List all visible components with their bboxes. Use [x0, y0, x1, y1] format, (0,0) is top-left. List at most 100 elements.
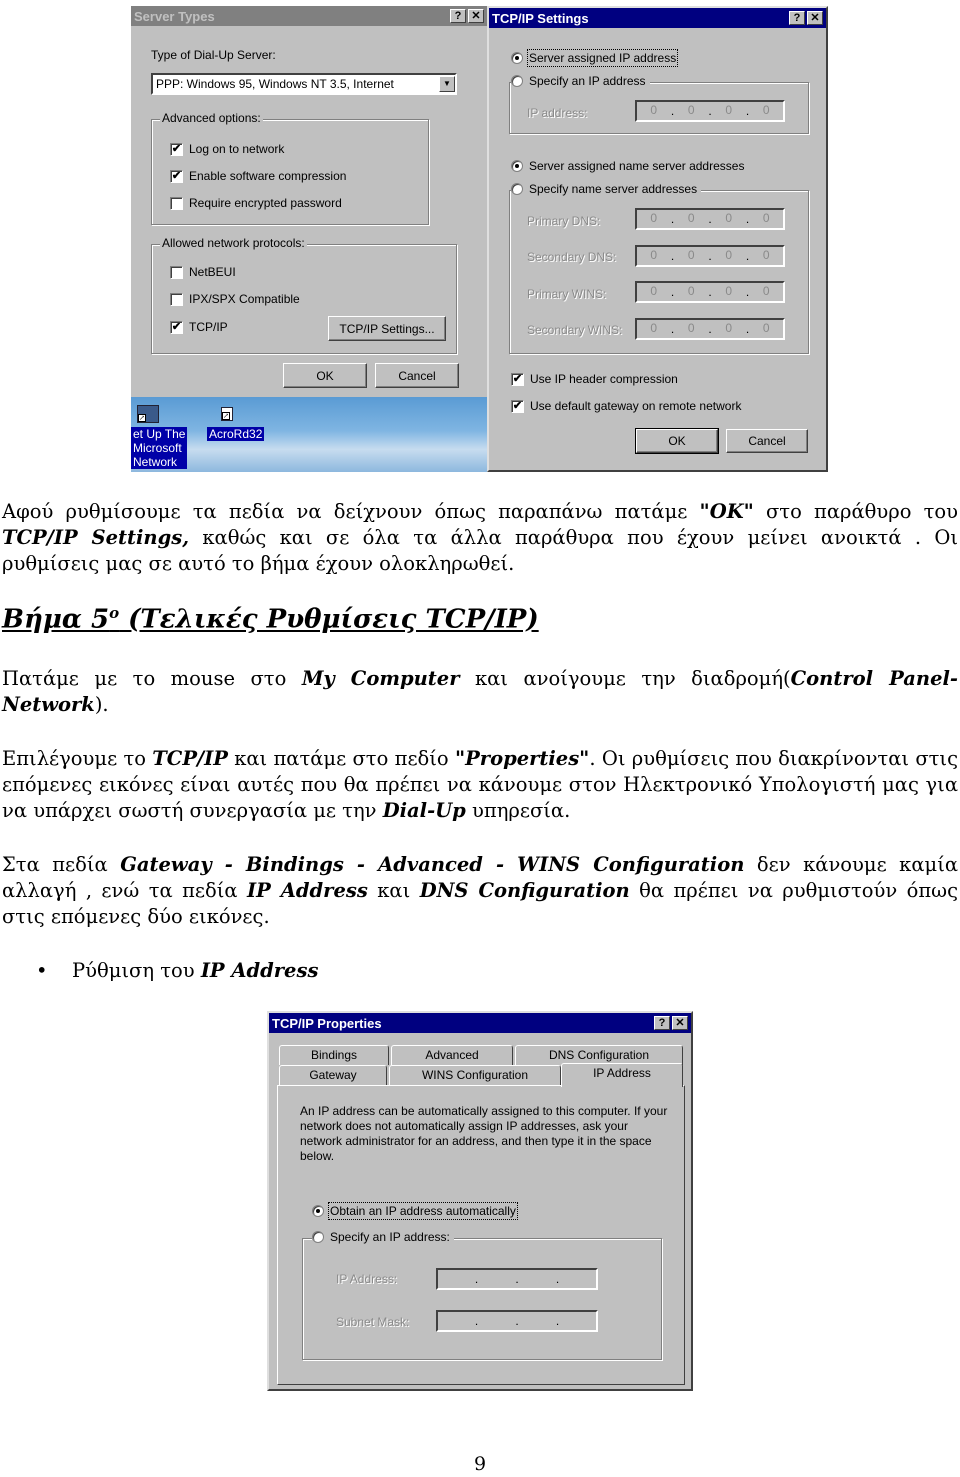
tab-bindings[interactable]: Bindings	[279, 1045, 389, 1065]
text-run: Πατάμε με το mouse στο	[2, 667, 302, 690]
tab-gateway[interactable]: Gateway	[279, 1065, 387, 1085]
emphasis-my-computer: My Computer	[301, 667, 460, 690]
text-run: ).	[94, 693, 109, 716]
ip-octet	[438, 1270, 475, 1288]
checkbox-checked-icon[interactable]: ✔	[511, 372, 524, 386]
checkbox-tcpip[interactable]: ✔ TCP/IP	[170, 320, 228, 334]
ip-octet: 0	[762, 248, 770, 262]
ok-button[interactable]: OK	[283, 363, 367, 388]
advanced-options-group: Advanced options: ✔ Log on to network ✔ …	[151, 111, 429, 225]
desktop-icon-label[interactable]: et Up The Microsoft Network	[131, 427, 188, 469]
paragraph-1: Αφού ρυθμίσουμε τα πεδία να δείχνουν όπω…	[2, 499, 958, 577]
ok-button[interactable]: OK	[635, 428, 719, 454]
checkbox-software-compression[interactable]: ✔ Enable software compression	[170, 169, 346, 183]
close-button[interactable]: ✕	[672, 1016, 688, 1030]
acrord32-icon[interactable]: ↗	[221, 407, 233, 421]
checkbox-encrypted-password[interactable]: Require encrypted password	[170, 196, 342, 210]
radio-unselected-icon[interactable]	[511, 75, 523, 87]
text-run: και ανοίγουμε την διαδρομή(	[459, 667, 791, 690]
secondary-wins-input[interactable]: 0. 0. 0. 0	[635, 318, 785, 340]
ip-octet	[519, 1270, 556, 1288]
tab-advanced[interactable]: Advanced	[391, 1045, 513, 1065]
dialup-server-label: Type of Dial-Up Server:	[151, 48, 276, 62]
checkbox-unchecked-icon[interactable]	[170, 196, 183, 210]
ip-octet: 0	[725, 103, 733, 117]
ip-octet: 0	[687, 103, 695, 117]
radio-specify-ns[interactable]: Specify name server addresses	[511, 182, 702, 196]
checkbox-label: IPX/SPX Compatible	[189, 292, 300, 306]
msn-setup-icon[interactable]: ↗	[137, 405, 159, 423]
checkbox-netbeui[interactable]: NetBEUI	[170, 265, 236, 279]
text-run: στο παράθυρο του	[753, 500, 958, 523]
tab-wins-configuration[interactable]: WINS Configuration	[389, 1065, 561, 1085]
checkbox-checked-icon[interactable]: ✔	[511, 399, 524, 413]
checkbox-checked-icon[interactable]: ✔	[170, 142, 183, 156]
radio-selected-icon[interactable]	[511, 160, 523, 172]
ip-octet: 0	[762, 284, 770, 298]
ip-octet: 0	[650, 211, 658, 225]
paragraph-3: Επιλέγουμε το TCP/IP και πατάμε στο πεδί…	[2, 746, 958, 824]
checkbox-default-gateway[interactable]: ✔ Use default gateway on remote network	[511, 399, 741, 413]
emphasis-properties: "Properties"	[454, 747, 590, 770]
radio-server-assigned-ip[interactable]: Server assigned IP address	[511, 49, 679, 67]
checkbox-ipx-spx[interactable]: IPX/SPX Compatible	[170, 292, 300, 306]
close-button[interactable]: ✕	[468, 9, 484, 23]
subnet-mask-input[interactable]: . . .	[436, 1310, 598, 1332]
checkbox-unchecked-icon[interactable]	[170, 292, 183, 306]
cancel-button[interactable]: Cancel	[726, 429, 808, 453]
shortcut-arrow-icon: ↗	[138, 414, 146, 422]
radio-obtain-ip-automatically[interactable]: Obtain an IP address automatically	[312, 1202, 518, 1220]
radio-specify-ip[interactable]: Specify an IP address	[511, 74, 650, 88]
ip-address-input[interactable]: . . .	[436, 1268, 598, 1290]
checkbox-label: Use IP header compression	[530, 372, 678, 386]
chevron-down-icon[interactable]: ▼	[439, 76, 455, 92]
secondary-dns-input[interactable]: 0. 0. 0. 0	[635, 245, 785, 267]
radio-unselected-icon[interactable]	[511, 183, 523, 195]
radio-selected-icon[interactable]	[511, 52, 523, 64]
radio-unselected-icon[interactable]	[312, 1231, 324, 1243]
tcpip-settings-button[interactable]: TCP/IP Settings...	[328, 316, 446, 341]
checkbox-log-on[interactable]: ✔ Log on to network	[170, 142, 284, 156]
dialup-server-select[interactable]: PPP: Windows 95, Windows NT 3.5, Interne…	[151, 73, 457, 95]
ip-octet	[479, 1312, 516, 1330]
page-number: 9	[473, 1453, 487, 1475]
tab-dns-configuration[interactable]: DNS Configuration	[515, 1045, 683, 1065]
ip-octet: 0	[762, 211, 770, 225]
dialog-title: TCP/IP Properties	[272, 1015, 382, 1031]
emphasis-tcpip-settings: TCP/IP Settings,	[2, 526, 190, 549]
text-run: και πατάμε στο πεδίο	[227, 747, 455, 770]
tab-ip-address[interactable]: IP Address	[561, 1063, 683, 1087]
primary-wins-input[interactable]: 0. 0. 0. 0	[635, 281, 785, 303]
paragraph-4: Στα πεδία Gateway - Bindings - Advanced …	[2, 852, 958, 930]
text-run: υπηρεσία.	[465, 799, 571, 822]
ip-address-input[interactable]: 0. 0. 0. 0	[635, 100, 785, 122]
ip-octet: 0	[725, 211, 733, 225]
checkbox-label: NetBEUI	[189, 265, 236, 279]
checkbox-checked-icon[interactable]: ✔	[170, 320, 183, 334]
bullet-icon: •	[36, 959, 48, 982]
radio-selected-icon[interactable]	[312, 1205, 324, 1217]
help-button[interactable]: ?	[450, 9, 466, 23]
cancel-button[interactable]: Cancel	[375, 363, 459, 388]
ip-octet: 0	[725, 248, 733, 262]
close-button[interactable]: ✕	[807, 11, 823, 25]
ip-octet: 0	[762, 103, 770, 117]
help-button[interactable]: ?	[654, 1016, 670, 1030]
primary-dns-input[interactable]: 0. 0. 0. 0	[635, 208, 785, 230]
text-run: Αφού ρυθμίσουμε τα πεδία να δείχνουν όπω…	[2, 500, 700, 523]
checkbox-unchecked-icon[interactable]	[170, 265, 183, 279]
help-button[interactable]: ?	[789, 11, 805, 25]
text-run: Στα πεδία	[2, 853, 121, 876]
radio-server-assigned-ns[interactable]: Server assigned name server addresses	[511, 159, 744, 173]
checkbox-checked-icon[interactable]: ✔	[170, 169, 183, 183]
desktop-icon-label[interactable]: AcroRd32	[207, 427, 265, 441]
allowed-protocols-group: Allowed network protocols: NetBEUI IPX/S…	[151, 236, 457, 354]
radio-specify-ip[interactable]: Specify an IP address:	[312, 1230, 454, 1244]
ip-octet: 0	[650, 321, 658, 335]
ip-octet	[438, 1312, 475, 1330]
secondary-wins-label: Secondary WINS:	[527, 323, 623, 337]
desktop-background: ↗ et Up The Microsoft Network ↗ AcroRd32	[131, 397, 487, 472]
checkbox-ip-header-compression[interactable]: ✔ Use IP header compression	[511, 372, 678, 386]
radio-label: Specify an IP address:	[330, 1230, 450, 1244]
text-run: Επιλέγουμε το	[2, 747, 153, 770]
